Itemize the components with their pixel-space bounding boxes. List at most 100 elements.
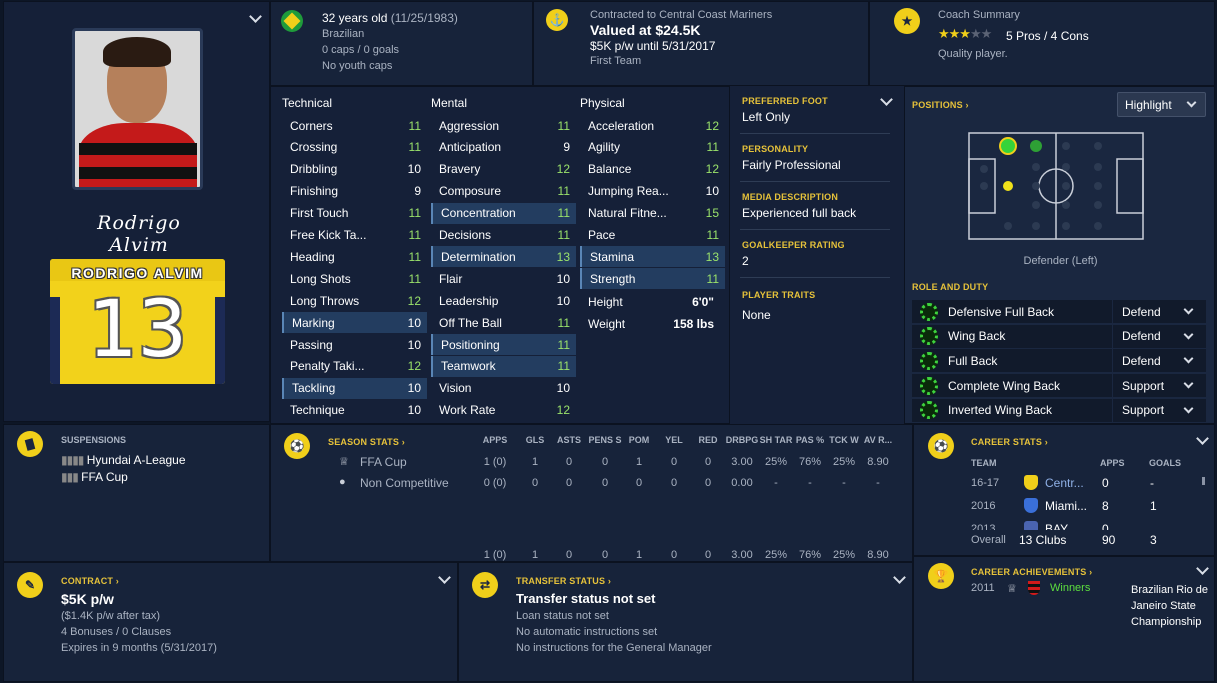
suspensions-title: SUSPENSIONS (61, 435, 127, 445)
season-col-header[interactable]: POM (619, 435, 659, 445)
attr-row-stamina[interactable]: Stamina 13 (580, 246, 725, 268)
attr-row-acceleration[interactable]: Acceleration 12 (580, 115, 725, 136)
chevron-down-icon[interactable] (249, 10, 262, 23)
duty-dropdown[interactable]: Defend (1113, 300, 1206, 323)
attr-row-first-touch[interactable]: First Touch 11 (282, 203, 427, 224)
attr-row-free-kick-ta[interactable]: Free Kick Ta... 11 (282, 225, 427, 246)
club-badge-icon[interactable]: ⚓ (546, 9, 568, 31)
role-defensive-full-back[interactable]: Defensive Full Back (912, 300, 1112, 323)
positions-title[interactable]: POSITIONS › (912, 100, 969, 110)
duty-dropdown[interactable]: Defend (1113, 349, 1206, 373)
attr-row-tackling[interactable]: Tackling 10 (282, 377, 427, 399)
attr-row-dribbling[interactable]: Dribbling 10 (282, 159, 427, 180)
attr-row-penalty-taki[interactable]: Penalty Taki... 12 (282, 356, 427, 377)
attr-row-determination[interactable]: Determination 13 (431, 246, 576, 268)
attr-value: 11 (408, 206, 421, 221)
attr-row-vision[interactable]: Vision 10 (431, 378, 576, 399)
attr-row-leadership[interactable]: Leadership 10 (431, 290, 576, 311)
player-dob: (11/25/1983) (390, 11, 458, 25)
career-club[interactable]: BAY (1045, 522, 1068, 530)
career-achievements-title[interactable]: CAREER ACHIEVEMENTS › (971, 567, 1092, 577)
club-crest-icon (1028, 581, 1040, 595)
attr-row-concentration[interactable]: Concentration 11 (431, 202, 576, 224)
attr-row-technique[interactable]: Technique 10 (282, 400, 427, 421)
season-col-header[interactable]: ASTS (549, 435, 589, 445)
attr-value: 10 (407, 162, 421, 177)
season-col-header[interactable]: AV R... (858, 435, 898, 445)
player-age: 32 years old (322, 11, 388, 25)
attr-name: First Touch (290, 206, 349, 221)
media-description-label: MEDIA DESCRIPTION (742, 192, 839, 202)
attr-row-heading[interactable]: Heading 11 (282, 246, 427, 267)
season-stats-title[interactable]: SEASON STATS › (328, 437, 405, 447)
attr-row-aggression[interactable]: Aggression 11 (431, 115, 576, 136)
career-stats-title[interactable]: CAREER STATS › (971, 437, 1048, 447)
attr-row-flair[interactable]: Flair 10 (431, 268, 576, 289)
attr-row-strength[interactable]: Strength 11 (580, 268, 725, 290)
duty-dropdown[interactable]: Support (1113, 374, 1206, 398)
attr-row-positioning[interactable]: Positioning 11 (431, 334, 576, 355)
transfer-status-title[interactable]: TRANSFER STATUS › (516, 576, 611, 586)
duty-dropdown[interactable]: Support (1113, 398, 1206, 422)
achievement-year: 2011 (971, 582, 995, 594)
attr-value: 9 (563, 140, 570, 155)
attr-row-work-rate[interactable]: Work Rate 12 (431, 400, 576, 421)
career-club[interactable]: Miami... (1045, 499, 1087, 513)
season-total-cell: 1 (635, 549, 643, 561)
attr-name: Pace (588, 228, 616, 242)
attr-row-bravery[interactable]: Bravery 12 (431, 159, 576, 180)
attr-value: 11 (706, 228, 719, 242)
weight-row: Weight 158 lbs (588, 316, 714, 331)
chevron-down-icon[interactable] (893, 571, 906, 584)
season-row-name[interactable]: Non Competitive (360, 476, 449, 490)
attr-row-teamwork[interactable]: Teamwork 11 (431, 355, 576, 377)
attr-row-composure[interactable]: Composure 11 (431, 181, 576, 202)
attr-row-pace[interactable]: Pace 11 (580, 225, 725, 246)
career-club[interactable]: Centr... (1045, 476, 1084, 490)
attr-row-long-throws[interactable]: Long Throws 12 (282, 290, 427, 311)
contract-panel: ✎ CONTRACT › $5K p/w ($1.4K p/w after ta… (3, 562, 458, 682)
attr-row-off-the-ball[interactable]: Off The Ball 11 (431, 312, 576, 333)
attr-row-crossing[interactable]: Crossing 11 (282, 137, 427, 158)
mental-title: Mental (431, 96, 468, 110)
attr-row-long-shots[interactable]: Long Shots 11 (282, 268, 427, 289)
achievements-panel: 🏆 CAREER ACHIEVEMENTS › 2011 ♕ Winners B… (913, 556, 1215, 682)
attr-row-agility[interactable]: Agility 11 (580, 137, 725, 158)
chevron-down-icon[interactable] (880, 93, 893, 106)
col-team: TEAM (971, 458, 997, 468)
attr-row-balance[interactable]: Balance 12 (580, 159, 725, 180)
attr-row-anticipation[interactable]: Anticipation 9 (431, 137, 576, 158)
attr-row-passing[interactable]: Passing 10 (282, 334, 427, 355)
chevron-down-icon[interactable] (1196, 562, 1209, 575)
season-col-header[interactable]: APPS (475, 435, 515, 445)
duty-label: Support (1122, 403, 1165, 418)
chevron-down-icon[interactable] (438, 571, 451, 584)
attr-row-jumping-rea[interactable]: Jumping Rea... 10 (580, 181, 725, 202)
chevron-down-icon (1183, 378, 1194, 389)
attr-row-corners[interactable]: Corners 11 (282, 115, 427, 136)
highlight-dropdown[interactable]: Highlight (1117, 92, 1206, 117)
contract-title[interactable]: CONTRACT › (61, 576, 119, 586)
chevron-down-icon[interactable] (1196, 432, 1209, 445)
attr-row-finishing[interactable]: Finishing 9 (282, 181, 427, 202)
achievement-competition: Brazilian Rio de Janeiro State Champions… (1131, 584, 1209, 628)
role-full-back[interactable]: Full Back (912, 349, 1112, 373)
suspensions-panel: SUSPENSIONS ▮▮▮▮ Hyundai A-League ▮▮▮ FF… (3, 424, 270, 562)
attr-row-decisions[interactable]: Decisions 11 (431, 225, 576, 246)
wage-until: $5K p/w until 5/31/2017 (590, 39, 716, 53)
duty-label: Defend (1122, 353, 1161, 368)
attr-name: Tackling (292, 381, 336, 396)
attr-row-natural-fitne[interactable]: Natural Fitne... 15 (580, 203, 725, 224)
attr-row-marking[interactable]: Marking 10 (282, 312, 427, 334)
duty-dropdown[interactable]: Defend (1113, 324, 1206, 348)
attr-name: Heading (290, 249, 335, 264)
role-complete-wing-back[interactable]: Complete Wing Back (912, 374, 1112, 398)
loan-status: Loan status not set (516, 610, 609, 622)
role-inverted-wing-back[interactable]: Inverted Wing Back (912, 398, 1112, 422)
attr-name: Corners (290, 118, 333, 133)
role-wing-back[interactable]: Wing Back (912, 324, 1112, 348)
season-row-name[interactable]: FFA Cup (360, 455, 407, 469)
coach-summary-panel[interactable]: ★ Coach Summary ★★★★★ 5 Pros / 4 Cons Qu… (869, 1, 1215, 86)
contracted-to[interactable]: Contracted to Central Coast Mariners (590, 9, 772, 21)
competition-icon: ♕ (1007, 583, 1017, 595)
